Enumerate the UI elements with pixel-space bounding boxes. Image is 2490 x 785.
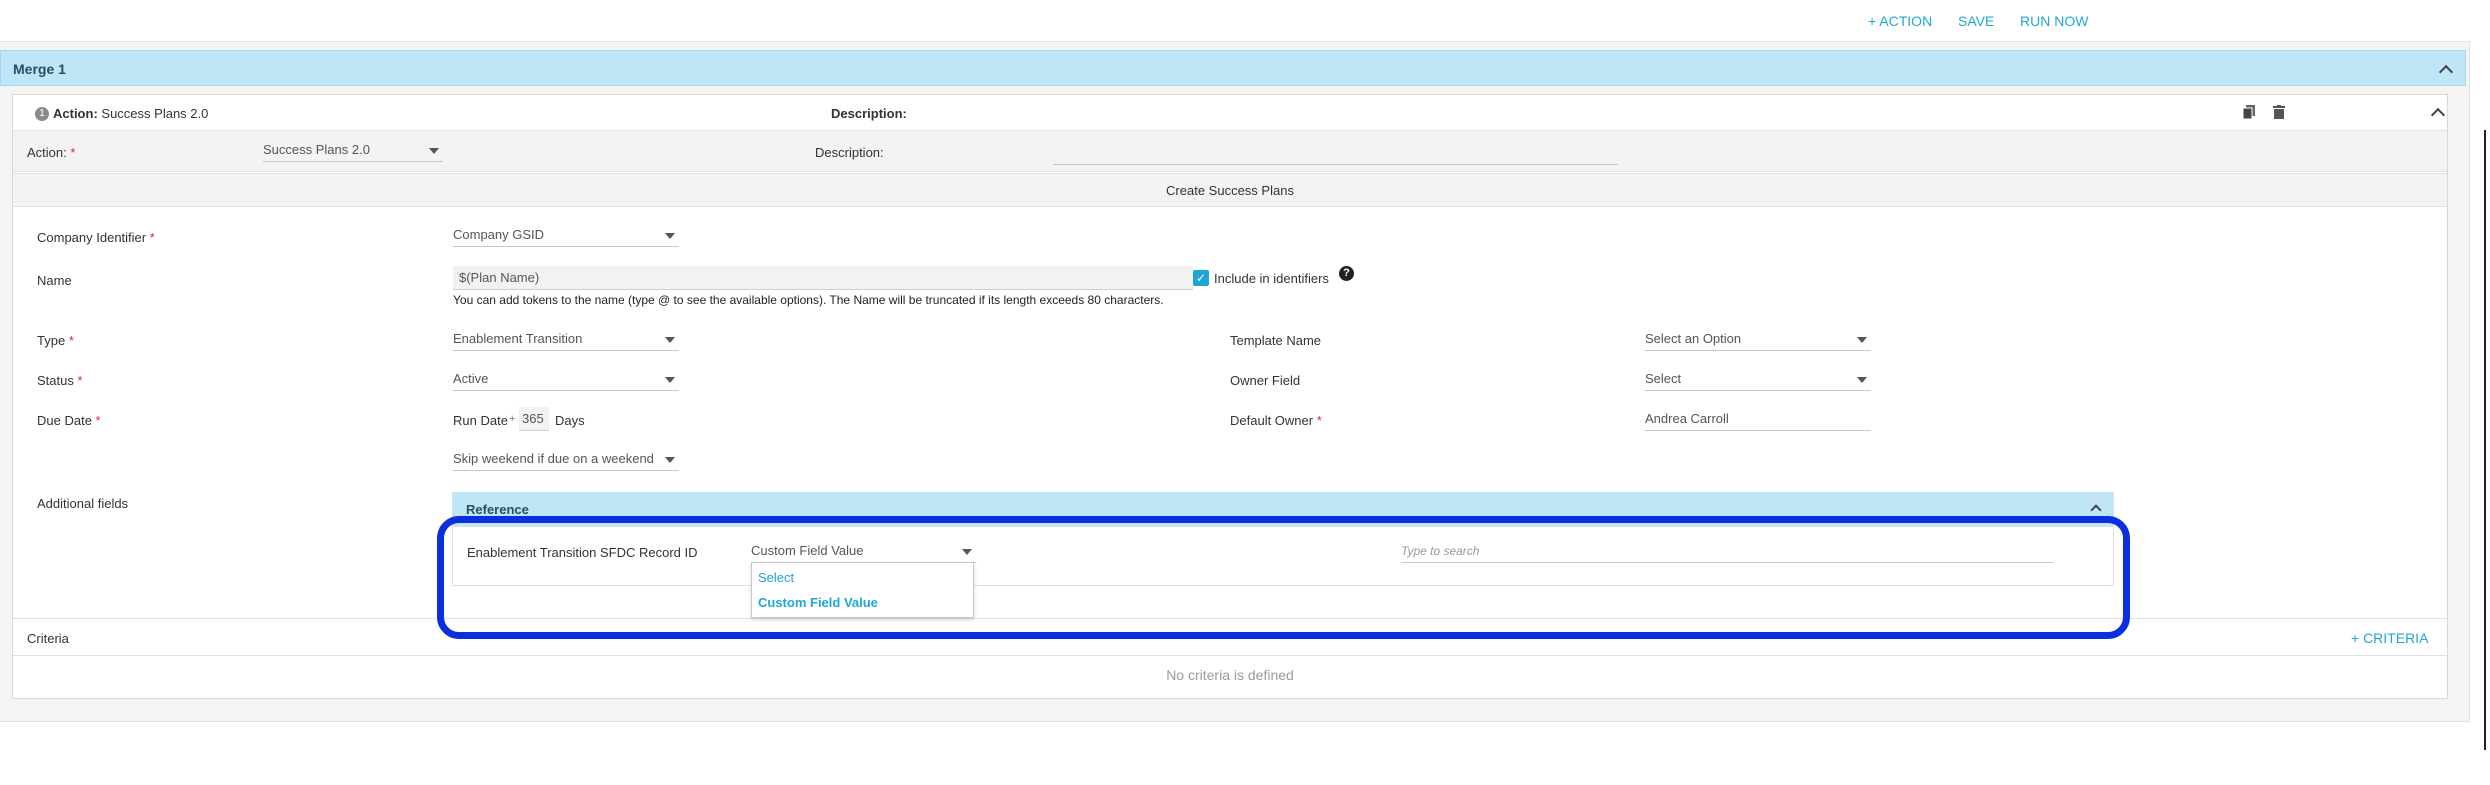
company-identifier-label: Company Identifier * <box>37 230 155 245</box>
no-criteria-text: No criteria is defined <box>1166 667 1294 683</box>
description-input[interactable] <box>1053 141 1618 165</box>
action-number-badge: 1 <box>35 107 49 121</box>
status-select[interactable]: Active <box>453 367 679 391</box>
action-select[interactable]: Success Plans 2.0 <box>263 138 443 162</box>
default-owner-input[interactable]: Andrea Carroll <box>1645 407 1871 431</box>
include-identifiers-checkbox[interactable]: ✓ <box>1193 270 1209 286</box>
section-title: Create Success Plans <box>1166 183 1294 198</box>
owner-field-label: Owner Field <box>1230 373 1301 388</box>
due-date-unit: Days <box>555 413 585 428</box>
reference-header[interactable]: Reference <box>452 492 2114 526</box>
scrollbar-thumb[interactable] <box>2484 130 2486 750</box>
company-identifier-select[interactable]: Company GSID <box>453 223 679 247</box>
save-button[interactable]: SAVE <box>1958 13 1994 29</box>
status-label: Status * <box>37 373 83 388</box>
action-name: Success Plans 2.0 <box>101 106 209 121</box>
help-icon[interactable]: ? <box>1339 266 1354 281</box>
due-date-base: Run Date <box>453 413 508 428</box>
merge-title: Merge 1 <box>13 61 66 77</box>
run-now-button[interactable]: RUN NOW <box>2020 13 2088 29</box>
criteria-row: Criteria + CRITERIA <box>13 618 2447 656</box>
action-title: Action: Success Plans 2.0 <box>53 106 208 121</box>
type-select[interactable]: Enablement Transition <box>453 327 679 351</box>
dropdown-option-select[interactable]: Select <box>758 570 794 585</box>
copy-icon[interactable] <box>2242 105 2255 120</box>
reference-type-select[interactable]: Custom Field Value <box>751 539 976 563</box>
due-date-offset-input[interactable]: 365 <box>519 407 549 431</box>
dropdown-option-custom-field-value[interactable]: Custom Field Value <box>758 595 878 610</box>
name-hint: You can add tokens to the name (type @ t… <box>453 293 1164 307</box>
owner-field-select[interactable]: Select <box>1645 367 1871 391</box>
additional-fields-label: Additional fields <box>37 496 129 511</box>
chevron-up-icon[interactable] <box>2090 504 2102 516</box>
criteria-label: Criteria <box>27 631 69 646</box>
name-input[interactable]: $(Plan Name) <box>453 266 1193 290</box>
chevron-up-icon[interactable] <box>2438 64 2454 80</box>
default-owner-label: Default Owner * <box>1230 413 1322 428</box>
action-prefix: Action: <box>53 106 98 121</box>
add-criteria-button[interactable]: + CRITERIA <box>2351 630 2428 646</box>
action-card-header: 1 Action: Success Plans 2.0 Description: <box>13 95 2447 131</box>
action-field-label: Action: * <box>27 145 76 160</box>
action-card: 1 Action: Success Plans 2.0 Description:… <box>12 94 2448 699</box>
due-date-operator: + <box>509 413 516 425</box>
trash-icon[interactable] <box>2273 105 2285 119</box>
include-identifiers-label: Include in identifiers <box>1214 271 1329 286</box>
weekend-option-select[interactable]: Skip weekend if due on a weekend <box>453 447 679 471</box>
reference-search-input[interactable]: Type to search <box>1401 539 2053 563</box>
template-name-select[interactable]: Select an Option <box>1645 327 1871 351</box>
reference-title: Reference <box>466 502 529 517</box>
type-label: Type * <box>37 333 74 348</box>
add-action-button[interactable]: + ACTION <box>1868 13 1932 29</box>
action-selection-row: Action: * Success Plans 2.0 Description: <box>13 131 2447 172</box>
top-toolbar: + ACTION SAVE RUN NOW <box>0 0 2470 42</box>
template-name-label: Template Name <box>1230 333 1322 348</box>
description-header-label: Description: <box>831 106 907 121</box>
section-title-bar: Create Success Plans <box>13 173 2447 207</box>
reference-row: Enablement Transition SFDC Record ID Cus… <box>452 526 2114 586</box>
description-label: Description: <box>815 145 884 160</box>
reference-field-label: Enablement Transition SFDC Record ID <box>467 545 698 560</box>
name-label: Name <box>37 273 72 288</box>
due-date-label: Due Date * <box>37 413 101 428</box>
chevron-up-icon[interactable] <box>2430 107 2446 123</box>
reference-type-dropdown: Select Custom Field Value <box>751 562 974 618</box>
merge-header[interactable]: Merge 1 <box>0 50 2466 86</box>
